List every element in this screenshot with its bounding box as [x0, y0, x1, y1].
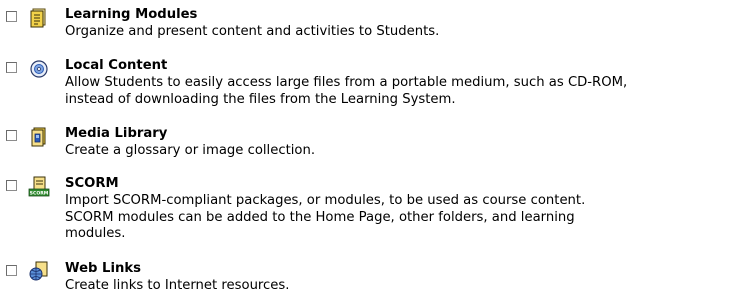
media-library-checkbox[interactable] — [6, 130, 17, 141]
scorm-description: Import SCORM-compliant packages, or modu… — [65, 193, 744, 243]
media-library-description: Create a glossary or image collection. — [65, 143, 744, 160]
media-library-icon — [28, 125, 50, 147]
local-content-description: Allow Students to easily access large fi… — [65, 75, 744, 108]
description-line: SCORM modules can be added to the Home P… — [65, 209, 575, 225]
description-line: Import SCORM-compliant packages, or modu… — [65, 193, 586, 208]
learning-modules-title[interactable]: Learning Modules — [65, 7, 197, 23]
media-library-title[interactable]: Media Library — [65, 126, 167, 142]
description-line: Create a glossary or image collection. — [65, 143, 316, 158]
learning-modules-checkbox[interactable] — [6, 11, 17, 22]
local-content-checkbox[interactable] — [6, 62, 17, 73]
cd-rom-icon — [28, 57, 50, 79]
web-links-checkbox[interactable] — [6, 265, 17, 276]
description-line: instead of downloading the files from th… — [65, 91, 456, 107]
learning-modules-icon — [28, 6, 50, 28]
description-line: modules. — [65, 226, 126, 241]
local-content-title[interactable]: Local Content — [65, 58, 167, 74]
svg-text:SCORM: SCORM — [30, 191, 49, 197]
scorm-title[interactable]: SCORM — [65, 176, 119, 192]
description-line: Organize and present content and activit… — [65, 24, 440, 39]
learning-modules-description: Organize and present content and activit… — [65, 24, 744, 41]
web-links-description: Create links to Internet resources. — [65, 278, 744, 295]
web-links-icon — [28, 260, 50, 282]
scorm-checkbox[interactable] — [6, 180, 17, 191]
description-line: Create links to Internet resources. — [65, 278, 290, 293]
web-links-title[interactable]: Web Links — [65, 261, 141, 277]
scorm-package-icon: SCORM — [28, 175, 50, 197]
description-line: Allow Students to easily access large fi… — [65, 75, 628, 90]
